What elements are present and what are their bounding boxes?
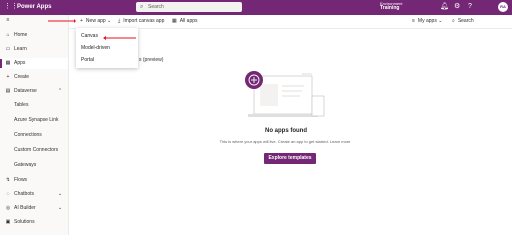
menu-item-label: Portal — [81, 57, 95, 63]
explore-templates-button[interactable]: Explore templates — [264, 153, 316, 164]
chevron-down-icon: ⌄ — [58, 205, 63, 211]
sidebar-item-label: Create — [14, 74, 30, 80]
plus-icon: + — [80, 18, 83, 24]
my-apps-filter[interactable]: ≡ My apps ⌄ — [412, 15, 442, 28]
home-icon: ⌂ — [6, 32, 10, 38]
apps-icon: ▦ — [5, 60, 11, 66]
page-title: s (preview) — [139, 57, 164, 63]
chevron-down-icon: ⌄ — [58, 191, 63, 197]
flow-icon: ↯ — [5, 177, 11, 183]
my-apps-label: My apps — [417, 18, 437, 24]
book-icon: ▭ — [5, 46, 11, 52]
sidebar-item-chatbots[interactable]: ◌ Chatbots ⌄ — [0, 189, 68, 200]
new-app-label: New app — [85, 18, 106, 24]
help-icon[interactable]: ? — [468, 2, 472, 12]
annotation-arrow — [103, 36, 136, 40]
all-apps-label: All apps — [179, 18, 198, 24]
menu-item-label: Canvas — [81, 33, 98, 39]
sidebar-item-label: Gateways — [14, 162, 37, 168]
filter-icon: ≡ — [412, 18, 415, 24]
sidebar-item-gateways[interactable]: Gateways — [0, 160, 68, 171]
sidebar-item-label: Solutions — [14, 219, 35, 225]
sidebar-item-label: AI Builder — [14, 205, 36, 211]
environment-value: Training — [380, 5, 400, 11]
sidebar-item-label: Dataverse — [14, 88, 37, 94]
empty-apps-illustration — [245, 71, 325, 117]
import-canvas-label: Import canvas app — [123, 18, 165, 24]
apps-search-label: Search — [457, 18, 474, 24]
solutions-icon: ▣ — [5, 219, 11, 225]
sidebar-item-label: Chatbots — [14, 191, 35, 197]
annotation-arrow — [48, 19, 76, 23]
sidebar-item-label: Tables — [14, 102, 29, 108]
empty-state-subtitle: This is where your apps will live. Creat… — [219, 139, 351, 144]
sidebar-item-label: Custom Connectors — [14, 147, 59, 153]
sidebar-item-tables[interactable]: Tables — [0, 100, 68, 111]
sidebar-item-custom-connectors[interactable]: Custom Connectors — [0, 145, 68, 156]
empty-state-title: No apps found — [265, 128, 307, 134]
search-icon: ⌕ — [140, 4, 144, 10]
chevron-down-icon: ⌄ — [438, 18, 443, 24]
import-icon: ⤓ — [118, 18, 121, 24]
sidebar-item-label: Home — [14, 32, 28, 38]
menu-item-portal[interactable]: Portal — [76, 54, 138, 66]
new-app-button[interactable]: + New app ⌄ — [80, 15, 111, 28]
gear-icon[interactable]: ⚙ — [454, 2, 460, 12]
left-nav: ≡ ⌂ Home ▭ Learn ▦ Apps + Create ▤ Datav… — [0, 15, 69, 235]
chevron-up-icon: ⌃ — [58, 88, 63, 94]
chevron-down-icon: ⌄ — [107, 18, 112, 24]
global-search-input[interactable]: ⌕ Search — [136, 2, 242, 12]
top-bar: ⋮⋮ Power Apps ⌕ Search Environment Train… — [0, 0, 512, 15]
menu-item-label: Model-driven — [81, 45, 110, 51]
sidebar-item-connections[interactable]: Connections — [0, 130, 68, 141]
hamburger-icon: ≡ — [6, 17, 10, 23]
avatar[interactable]: RA — [498, 2, 508, 12]
sidebar-item-label: Flows — [14, 177, 28, 183]
sidebar-item-dataverse[interactable]: ▤ Dataverse ⌃ — [0, 86, 68, 97]
command-bar: + New app ⌄ ⤓ Import canvas app ▦ All apps … — [68, 15, 512, 29]
sidebar-item-flows[interactable]: ↯ Flows — [0, 175, 68, 186]
all-apps-button[interactable]: ▦ All apps — [172, 15, 198, 28]
sidebar-item-home[interactable]: ⌂ Home — [0, 30, 68, 41]
brain-icon: ◎ — [5, 205, 11, 211]
sidebar-item-apps[interactable]: ▦ Apps — [0, 58, 68, 69]
sidebar-item-label: Azure Synapse Link — [14, 117, 59, 123]
sidebar-item-label: Learn — [14, 46, 27, 52]
database-icon: ▤ — [5, 88, 11, 94]
chat-icon: ◌ — [6, 191, 10, 197]
apps-search[interactable]: ⌕ Search — [452, 15, 474, 28]
sidebar-item-label: Apps — [14, 60, 26, 66]
sidebar-item-ai-builder[interactable]: ◎ AI Builder ⌄ — [0, 203, 68, 214]
sidebar-item-create[interactable]: + Create — [0, 72, 68, 83]
sidebar-item-solutions[interactable]: ▣ Solutions — [0, 217, 68, 228]
sidebar-item-label: Connections — [14, 132, 42, 138]
menu-item-model-driven[interactable]: Model-driven — [76, 42, 138, 54]
import-canvas-app-button[interactable]: ⤓ Import canvas app — [118, 15, 164, 28]
bell-icon[interactable]: 🔔︎ — [440, 2, 449, 12]
search-placeholder: Search — [148, 4, 164, 10]
grid-icon: ▦ — [172, 18, 177, 24]
search-icon: ⌕ — [452, 18, 455, 24]
sidebar-item-learn[interactable]: ▭ Learn — [0, 44, 68, 55]
sidebar-item-azure-synapse-link[interactable]: Azure Synapse Link — [0, 115, 68, 126]
environment-picker[interactable]: Environment Training — [380, 1, 402, 11]
plus-icon: + — [6, 74, 10, 80]
waffle-icon[interactable]: ⋮⋮ — [4, 3, 18, 11]
app-name[interactable]: Power Apps — [17, 2, 51, 12]
